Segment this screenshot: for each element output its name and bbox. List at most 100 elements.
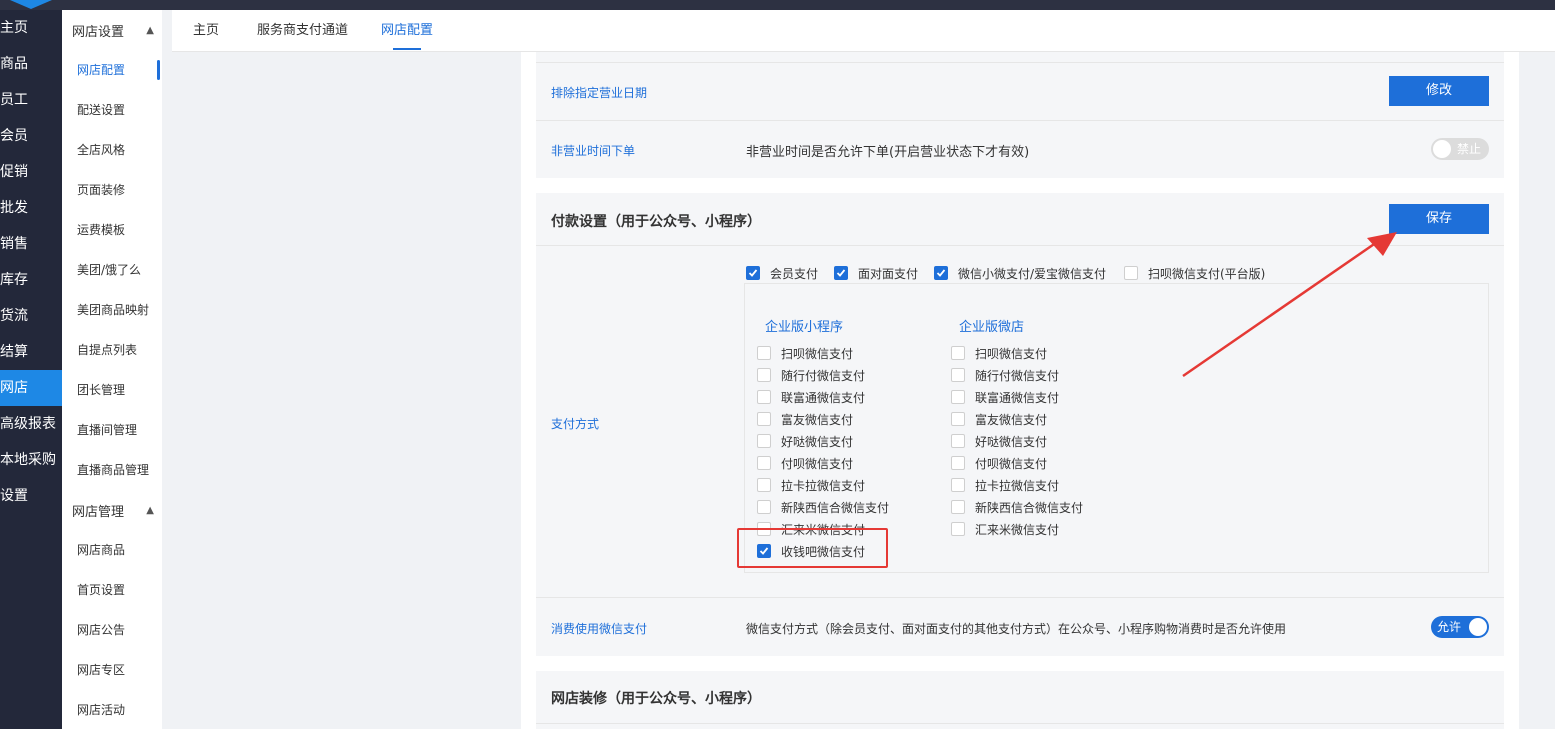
checkbox-label: 付呗微信支付	[781, 457, 854, 471]
checkbox[interactable]	[757, 434, 771, 448]
edit-button[interactable]: 修改	[1389, 76, 1489, 106]
checkbox-label: 好哒微信支付	[781, 435, 854, 449]
checkbox-label: 新陕西信合微信支付	[781, 501, 890, 515]
subnav-item[interactable]: 全店风格	[62, 130, 162, 170]
subnav-item[interactable]: 直播商品管理	[62, 450, 162, 490]
checkbox-label: 付呗微信支付	[975, 457, 1048, 471]
subnav-item[interactable]: 美团/饿了么	[62, 250, 162, 290]
checkbox-label: 富友微信支付	[781, 413, 854, 427]
tab-bar: 主页 服务商支付通道 网店配置	[172, 10, 1555, 52]
checkbox-label: 拉卡拉微信支付	[781, 479, 866, 493]
checkbox[interactable]	[834, 266, 848, 280]
toggle-label: 允许	[1437, 620, 1462, 634]
chevron-up-icon: ▲	[146, 24, 154, 36]
subnav-item[interactable]: 首页设置	[62, 570, 162, 610]
subnav-group-label: 网店管理	[72, 504, 125, 520]
subnav-item[interactable]: 直播间管理	[62, 410, 162, 450]
divider	[536, 120, 1504, 121]
checkbox-label: 随行付微信支付	[781, 369, 866, 383]
checkbox-label: 联富通微信支付	[975, 391, 1060, 405]
checkbox-label: 好哒微信支付	[975, 435, 1048, 449]
checkbox[interactable]	[1124, 266, 1138, 280]
checkbox[interactable]	[934, 266, 948, 280]
subnav-item[interactable]: 美团商品映射	[62, 290, 162, 330]
checkbox[interactable]	[757, 346, 771, 360]
micro-shop-heading: 企业版微店	[959, 320, 1025, 335]
checkbox[interactable]	[951, 412, 965, 426]
divider	[536, 597, 1504, 598]
subnav-item[interactable]: 自提点列表	[62, 330, 162, 370]
checkbox[interactable]	[757, 368, 771, 382]
subnav-item[interactable]: 网店活动	[62, 690, 162, 729]
checkbox[interactable]	[951, 346, 965, 360]
checkbox[interactable]	[951, 522, 965, 536]
off-hours-label: 非营业时间下单	[551, 144, 636, 158]
exclude-dates-label: 排除指定营业日期	[551, 86, 648, 100]
toggle-label: 禁止	[1456, 142, 1481, 156]
checkbox-label: 扫呗微信支付	[781, 347, 854, 361]
checkbox[interactable]	[757, 478, 771, 492]
nav-item[interactable]: 批发	[0, 190, 62, 226]
checkbox[interactable]	[757, 390, 771, 404]
subnav-group-shop-management[interactable]: 网店管理 ▲	[62, 490, 162, 530]
checkbox[interactable]	[951, 456, 965, 470]
checkbox-label: 扫呗微信支付	[975, 347, 1048, 361]
nav-item[interactable]: 会员	[0, 118, 62, 154]
checkbox-label: 新陕西信合微信支付	[975, 501, 1084, 515]
nav-item[interactable]: 促销	[0, 154, 62, 190]
subnav-item[interactable]: 网店配置	[62, 50, 162, 90]
highlight-box	[737, 528, 888, 568]
off-hours-description: 非营业时间是否允许下单(开启营业状态下才有效)	[746, 145, 1030, 160]
tab-payment-channel[interactable]: 服务商支付通道	[257, 10, 348, 52]
subnav-item[interactable]: 网店专区	[62, 650, 162, 690]
subnav-group-label: 网店设置	[72, 24, 125, 40]
checkbox-label: 随行付微信支付	[975, 369, 1060, 383]
main-content: 排除指定营业日期 修改 非营业时间下单 非营业时间是否允许下单(开启营业状态下才…	[521, 52, 1519, 729]
checkbox[interactable]	[757, 456, 771, 470]
checkbox[interactable]	[757, 500, 771, 514]
checkbox[interactable]	[757, 412, 771, 426]
annotation-arrow	[1182, 232, 1397, 378]
nav-item[interactable]: 设置	[0, 478, 62, 514]
subnav-item[interactable]: 网店公告	[62, 610, 162, 650]
mini-program-heading: 企业版小程序	[765, 320, 844, 335]
tab-label: 网店配置	[381, 23, 434, 38]
nav-item[interactable]: 货流	[0, 298, 62, 334]
divider	[536, 723, 1504, 724]
checkbox-label: 汇来米微信支付	[975, 523, 1060, 537]
nav-item[interactable]: 结算	[0, 334, 62, 370]
subnav-item[interactable]: 团长管理	[62, 370, 162, 410]
subnav-group-shop-settings[interactable]: 网店设置 ▲	[62, 10, 162, 50]
subnav-item[interactable]: 配送设置	[62, 90, 162, 130]
main-nav: 主页 商品 员工 会员 促销 批发 销售 库存 货流 结算 网店 高级报表 本地采购 设置	[0, 10, 62, 729]
toggle-knob	[1469, 618, 1487, 636]
checkbox-label: 联富通微信支付	[781, 391, 866, 405]
tab-home[interactable]: 主页	[193, 10, 219, 52]
checkbox[interactable]	[951, 434, 965, 448]
consume-wechat-toggle[interactable]: 允许	[1431, 616, 1489, 638]
nav-item[interactable]: 本地采购	[0, 442, 62, 478]
business-hours-panel: 排除指定营业日期 修改 非营业时间下单 非营业时间是否允许下单(开启营业状态下才…	[536, 52, 1504, 178]
checkbox[interactable]	[951, 368, 965, 382]
nav-item[interactable]: 销售	[0, 226, 62, 262]
off-hours-toggle[interactable]: 禁止	[1431, 138, 1489, 160]
toggle-knob	[1433, 140, 1451, 158]
nav-item[interactable]: 员工	[0, 82, 62, 118]
checkbox[interactable]	[951, 478, 965, 492]
checkbox[interactable]	[951, 500, 965, 514]
divider	[536, 62, 1504, 63]
nav-item[interactable]: 主页	[0, 10, 62, 46]
nav-item[interactable]: 库存	[0, 262, 62, 298]
checkbox-label: 拉卡拉微信支付	[975, 479, 1060, 493]
top-bar	[0, 0, 1555, 10]
nav-item[interactable]: 商品	[0, 46, 62, 82]
checkbox-label: 面对面支付	[858, 267, 919, 281]
tab-shop-config[interactable]: 网店配置	[381, 10, 433, 52]
subnav-item[interactable]: 网店商品	[62, 530, 162, 570]
subnav-item[interactable]: 运费模板	[62, 210, 162, 250]
nav-item[interactable]: 高级报表	[0, 406, 62, 442]
nav-item[interactable]: 网店	[0, 370, 62, 406]
checkbox[interactable]	[951, 390, 965, 404]
checkbox[interactable]	[746, 266, 760, 280]
subnav-item[interactable]: 页面装修	[62, 170, 162, 210]
